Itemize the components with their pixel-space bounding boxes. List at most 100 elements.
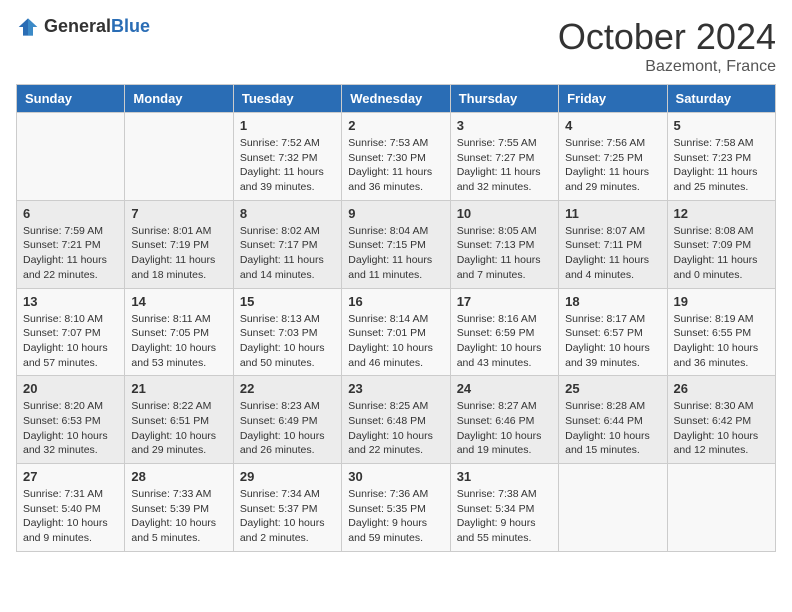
- day-number: 29: [240, 469, 335, 484]
- weekday-header: Tuesday: [233, 85, 341, 113]
- day-number: 14: [131, 294, 226, 309]
- calendar-cell: 9 Sunrise: 8:04 AMSunset: 7:15 PMDaylight…: [342, 200, 450, 288]
- day-info: Sunrise: 7:56 AMSunset: 7:25 PMDaylight:…: [565, 136, 660, 195]
- calendar-cell: 14 Sunrise: 8:11 AMSunset: 7:05 PMDayligh…: [125, 288, 233, 376]
- calendar-cell: 18Sunrise: 8:17 AMSunset: 6:57 PMDayligh…: [559, 288, 667, 376]
- calendar-cell: 24Sunrise: 8:27 AMSunset: 6:46 PMDayligh…: [450, 376, 558, 464]
- day-number: 8: [240, 206, 335, 221]
- calendar-table: SundayMondayTuesdayWednesdayThursdayFrid…: [16, 84, 776, 552]
- month-title: October 2024: [558, 16, 776, 58]
- day-info: Sunrise: 7:38 AMSunset: 5:34 PMDaylight:…: [457, 487, 552, 546]
- calendar-cell: 3Sunrise: 7:55 AMSunset: 7:27 PMDaylight…: [450, 113, 558, 201]
- day-info: Sunrise: 7:33 AMSunset: 5:39 PMDaylight:…: [131, 487, 226, 546]
- day-number: 1: [240, 118, 335, 133]
- calendar-header: SundayMondayTuesdayWednesdayThursdayFrid…: [17, 85, 776, 113]
- calendar-cell: 12 Sunrise: 8:08 AMSunset: 7:09 PMDayligh…: [667, 200, 775, 288]
- day-info: Sunrise: 8:19 AMSunset: 6:55 PMDaylight:…: [674, 312, 769, 371]
- day-number: 2: [348, 118, 443, 133]
- day-number: 13: [23, 294, 118, 309]
- calendar-week-row: 13 Sunrise: 8:10 AMSunset: 7:07 PMDayligh…: [17, 288, 776, 376]
- day-info: Sunrise: 7:59 AMSunset: 7:21 PMDaylight:…: [23, 224, 118, 283]
- calendar-cell: 16Sunrise: 8:14 AMSunset: 7:01 PMDayligh…: [342, 288, 450, 376]
- day-info: Sunrise: 8:16 AMSunset: 6:59 PMDaylight:…: [457, 312, 552, 371]
- day-info: Sunrise: 8:10 AMSunset: 7:07 PMDaylight:…: [23, 312, 118, 371]
- day-number: 18: [565, 294, 660, 309]
- weekday-header: Wednesday: [342, 85, 450, 113]
- calendar-cell: 19 Sunrise: 8:19 AMSunset: 6:55 PMDayligh…: [667, 288, 775, 376]
- calendar-cell: 15 Sunrise: 8:13 AMSunset: 7:03 PMDayligh…: [233, 288, 341, 376]
- day-info: Sunrise: 8:23 AMSunset: 6:49 PMDaylight:…: [240, 399, 335, 458]
- calendar-cell: 27Sunrise: 7:31 AMSunset: 5:40 PMDayligh…: [17, 464, 125, 552]
- logo-text: GeneralBlue: [44, 16, 150, 37]
- day-number: 11: [565, 206, 660, 221]
- day-number: 26: [674, 381, 769, 396]
- page-header: GeneralBlue October 2024 Bazemont, Franc…: [16, 16, 776, 76]
- day-number: 17: [457, 294, 552, 309]
- day-number: 9: [348, 206, 443, 221]
- logo-blue-text: Blue: [111, 16, 150, 36]
- day-number: 24: [457, 381, 552, 396]
- calendar-cell: [125, 113, 233, 201]
- day-number: 5: [674, 118, 769, 133]
- calendar-cell: 5 Sunrise: 7:58 AMSunset: 7:23 PMDaylight…: [667, 113, 775, 201]
- day-number: 20: [23, 381, 118, 396]
- day-info: Sunrise: 8:28 AMSunset: 6:44 PMDaylight:…: [565, 399, 660, 458]
- calendar-cell: 2 Sunrise: 7:53 AMSunset: 7:30 PMDaylight…: [342, 113, 450, 201]
- location: Bazemont, France: [558, 58, 776, 76]
- calendar-cell: 29 Sunrise: 7:34 AMSunset: 5:37 PMDayligh…: [233, 464, 341, 552]
- day-number: 6: [23, 206, 118, 221]
- day-info: Sunrise: 8:25 AMSunset: 6:48 PMDaylight:…: [348, 399, 443, 458]
- day-number: 12: [674, 206, 769, 221]
- calendar-cell: 13 Sunrise: 8:10 AMSunset: 7:07 PMDayligh…: [17, 288, 125, 376]
- day-number: 4: [565, 118, 660, 133]
- day-number: 23: [348, 381, 443, 396]
- day-number: 21: [131, 381, 226, 396]
- day-number: 19: [674, 294, 769, 309]
- logo-general-text: General: [44, 16, 111, 36]
- weekday-header: Monday: [125, 85, 233, 113]
- day-info: Sunrise: 8:02 AMSunset: 7:17 PMDaylight:…: [240, 224, 335, 283]
- day-number: 10: [457, 206, 552, 221]
- calendar-cell: 10Sunrise: 8:05 AMSunset: 7:13 PMDayligh…: [450, 200, 558, 288]
- day-info: Sunrise: 8:08 AMSunset: 7:09 PMDaylight:…: [674, 224, 769, 283]
- weekday-header: Sunday: [17, 85, 125, 113]
- logo-icon: [16, 17, 40, 37]
- calendar-cell: [17, 113, 125, 201]
- day-info: Sunrise: 7:34 AMSunset: 5:37 PMDaylight:…: [240, 487, 335, 546]
- calendar-cell: 7Sunrise: 8:01 AMSunset: 7:19 PMDaylight…: [125, 200, 233, 288]
- logo: GeneralBlue: [16, 16, 150, 37]
- calendar-cell: 28 Sunrise: 7:33 AMSunset: 5:39 PMDayligh…: [125, 464, 233, 552]
- calendar-cell: 23 Sunrise: 8:25 AMSunset: 6:48 PMDayligh…: [342, 376, 450, 464]
- day-info: Sunrise: 8:04 AMSunset: 7:15 PMDaylight:…: [348, 224, 443, 283]
- day-info: Sunrise: 8:13 AMSunset: 7:03 PMDaylight:…: [240, 312, 335, 371]
- calendar-cell: 20 Sunrise: 8:20 AMSunset: 6:53 PMDayligh…: [17, 376, 125, 464]
- calendar-cell: 22 Sunrise: 8:23 AMSunset: 6:49 PMDayligh…: [233, 376, 341, 464]
- day-number: 15: [240, 294, 335, 309]
- calendar-cell: 26 Sunrise: 8:30 AMSunset: 6:42 PMDayligh…: [667, 376, 775, 464]
- day-number: 22: [240, 381, 335, 396]
- day-info: Sunrise: 7:36 AMSunset: 5:35 PMDaylight:…: [348, 487, 443, 546]
- day-info: Sunrise: 8:07 AMSunset: 7:11 PMDaylight:…: [565, 224, 660, 283]
- calendar-cell: 11 Sunrise: 8:07 AMSunset: 7:11 PMDayligh…: [559, 200, 667, 288]
- day-info: Sunrise: 8:30 AMSunset: 6:42 PMDaylight:…: [674, 399, 769, 458]
- day-info: Sunrise: 8:20 AMSunset: 6:53 PMDaylight:…: [23, 399, 118, 458]
- day-info: Sunrise: 8:01 AMSunset: 7:19 PMDaylight:…: [131, 224, 226, 283]
- calendar-week-row: 27Sunrise: 7:31 AMSunset: 5:40 PMDayligh…: [17, 464, 776, 552]
- day-info: Sunrise: 7:58 AMSunset: 7:23 PMDaylight:…: [674, 136, 769, 195]
- calendar-cell: 1Sunrise: 7:52 AMSunset: 7:32 PMDaylight…: [233, 113, 341, 201]
- calendar-cell: 8 Sunrise: 8:02 AMSunset: 7:17 PMDaylight…: [233, 200, 341, 288]
- day-info: Sunrise: 7:53 AMSunset: 7:30 PMDaylight:…: [348, 136, 443, 195]
- calendar-cell: 30Sunrise: 7:36 AMSunset: 5:35 PMDayligh…: [342, 464, 450, 552]
- day-info: Sunrise: 8:11 AMSunset: 7:05 PMDaylight:…: [131, 312, 226, 371]
- calendar-cell: [559, 464, 667, 552]
- day-number: 25: [565, 381, 660, 396]
- calendar-cell: 4 Sunrise: 7:56 AMSunset: 7:25 PMDaylight…: [559, 113, 667, 201]
- day-number: 31: [457, 469, 552, 484]
- weekday-row: SundayMondayTuesdayWednesdayThursdayFrid…: [17, 85, 776, 113]
- calendar-week-row: 20 Sunrise: 8:20 AMSunset: 6:53 PMDayligh…: [17, 376, 776, 464]
- calendar-cell: 17 Sunrise: 8:16 AMSunset: 6:59 PMDayligh…: [450, 288, 558, 376]
- calendar-cell: [667, 464, 775, 552]
- day-info: Sunrise: 8:22 AMSunset: 6:51 PMDaylight:…: [131, 399, 226, 458]
- day-number: 28: [131, 469, 226, 484]
- day-number: 16: [348, 294, 443, 309]
